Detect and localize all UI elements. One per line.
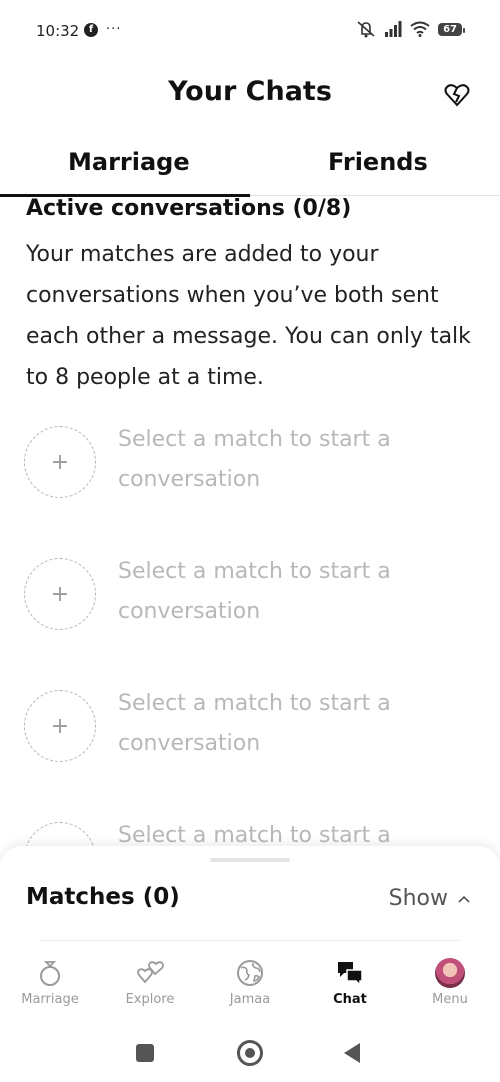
divider	[40, 940, 460, 941]
back-button[interactable]	[344, 1043, 360, 1063]
status-notification-icons: f ···	[84, 22, 121, 37]
matches-title: Matches (0)	[26, 884, 180, 910]
nav-label: Explore	[125, 992, 175, 1007]
wifi-icon	[410, 21, 430, 37]
nav-label: Jamaa	[229, 992, 271, 1007]
show-label: Show	[388, 886, 448, 911]
status-bar: 10:32 f ··· 67	[0, 0, 500, 64]
nav-menu[interactable]: Menu	[400, 958, 500, 1007]
more-notifications-icon: ···	[106, 22, 122, 37]
ring-icon	[40, 961, 60, 986]
slot-placeholder-text: Select a match to start a conversation	[118, 427, 391, 492]
add-icon: +	[24, 426, 96, 498]
chevron-up-icon	[458, 895, 470, 903]
show-matches-button[interactable]: Show	[389, 886, 470, 911]
facebook-icon: f	[84, 22, 98, 37]
system-nav-bar	[0, 1030, 500, 1082]
explore-hearts-icon	[137, 961, 164, 984]
bottom-nav: Marriage Explore Jamaa Chat Menu	[0, 958, 500, 1018]
battery-icon: 67	[438, 22, 465, 36]
page-title: Your Chats	[168, 76, 332, 107]
conversation-slot[interactable]: + Select a match to start a conversation	[24, 426, 484, 516]
nav-label: Marriage	[21, 992, 79, 1007]
globe-icon	[237, 960, 263, 986]
slot-placeholder-text: Select a match to start a conversation	[118, 691, 391, 756]
status-system-icons: 67	[356, 20, 465, 38]
nav-explore[interactable]: Explore	[100, 958, 200, 1007]
chat-bubbles-icon	[338, 962, 363, 987]
mute-icon	[357, 21, 375, 38]
status-time: 10:32	[36, 22, 80, 40]
signal-icon	[385, 21, 402, 37]
broken-heart-icon[interactable]	[444, 82, 470, 108]
recent-apps-button[interactable]	[136, 1044, 154, 1062]
conversation-slot[interactable]: + Select a match to start a conversation	[24, 558, 484, 648]
tab-friends[interactable]: Friends	[328, 148, 428, 176]
tab-bar: Marriage Friends	[0, 140, 500, 197]
active-conversations-title: Active conversations (0/8)	[26, 196, 352, 221]
nav-chat[interactable]: Chat	[300, 958, 400, 1007]
slot-placeholder-text: Select a match to start a conversation	[118, 559, 391, 624]
nav-label: Chat	[333, 992, 367, 1007]
avatar	[435, 958, 465, 988]
add-icon: +	[24, 690, 96, 762]
nav-label: Menu	[432, 992, 468, 1007]
add-icon: +	[24, 558, 96, 630]
conversation-slot[interactable]: + Select a match to start a conversation	[24, 690, 484, 780]
active-conversations-description: Your matches are added to your conversat…	[26, 242, 471, 390]
nav-jamaa[interactable]: Jamaa	[200, 958, 300, 1007]
nav-marriage[interactable]: Marriage	[0, 958, 100, 1007]
tab-marriage[interactable]: Marriage	[68, 148, 190, 176]
sheet-drag-handle[interactable]	[210, 858, 290, 862]
home-button[interactable]	[237, 1040, 263, 1066]
